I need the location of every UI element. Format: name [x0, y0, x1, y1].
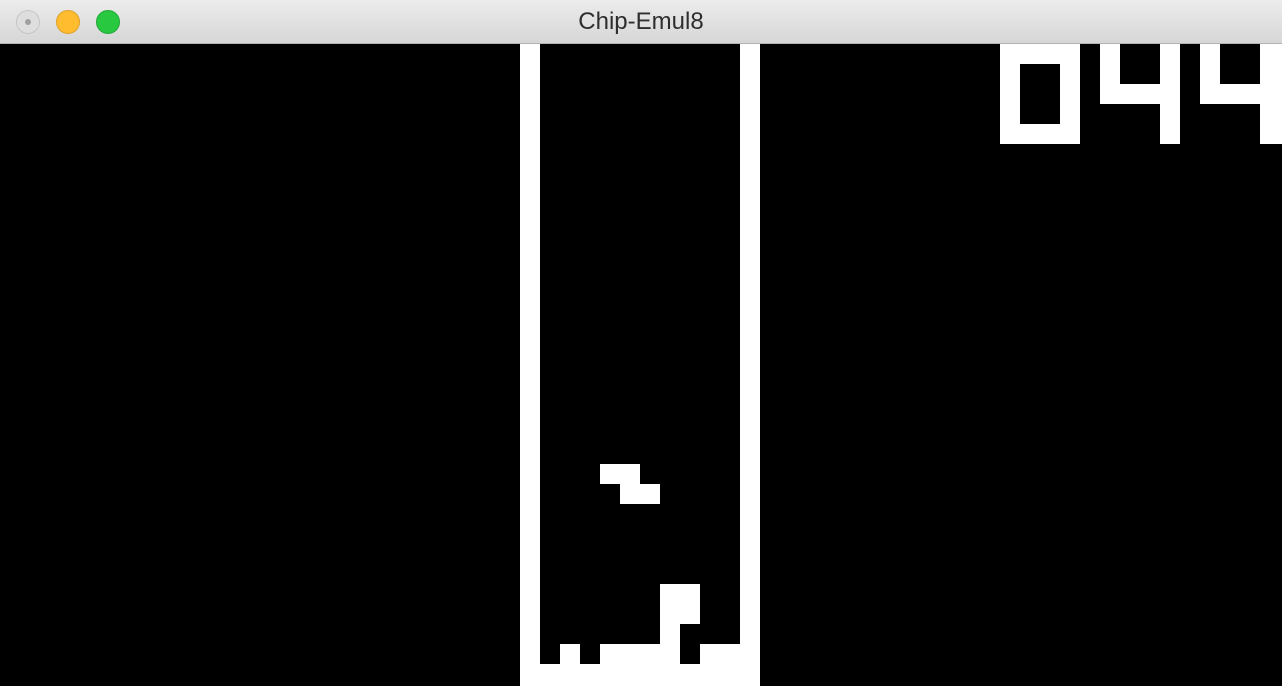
- window-title: Chip-Emul8: [578, 8, 704, 35]
- display-background: [0, 44, 1282, 686]
- right-wall: [740, 44, 760, 686]
- left-wall: [520, 44, 540, 686]
- emulator-display: [0, 44, 1282, 686]
- floor: [520, 664, 760, 686]
- title-bar: Chip-Emul8: [0, 0, 1282, 44]
- app-window: Chip-Emul8: [0, 0, 1282, 686]
- display-canvas: [0, 44, 1282, 686]
